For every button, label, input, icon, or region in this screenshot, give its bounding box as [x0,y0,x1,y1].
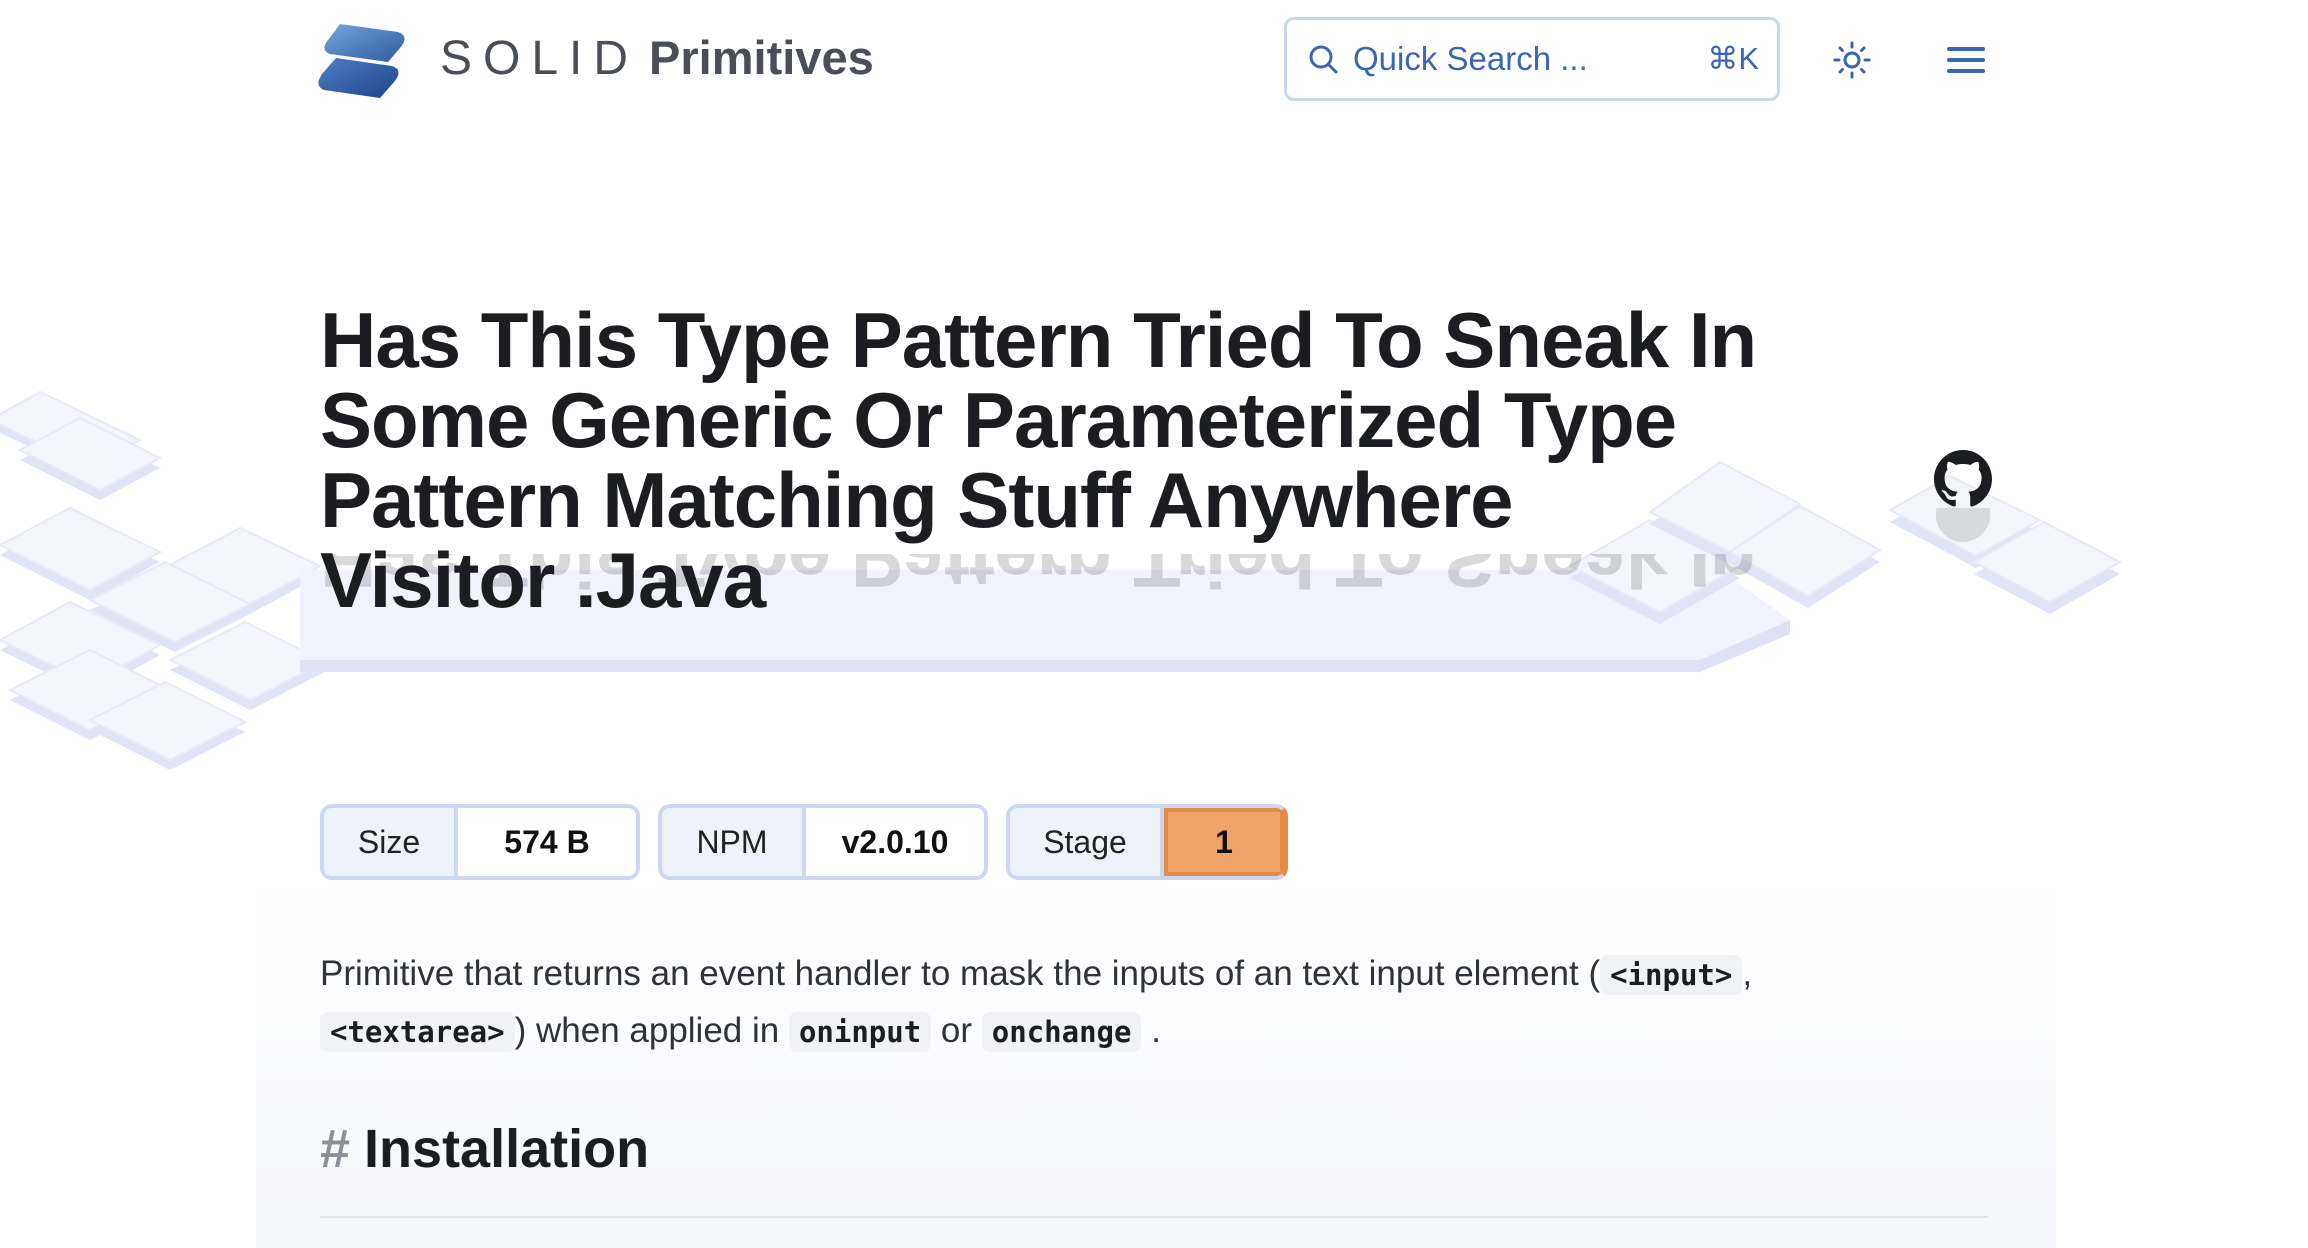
stage-badge-value: 1 [1164,808,1284,876]
title-reflection: Has This Type Pattern Tried To Sneak In … [320,554,1757,600]
code-onchange: onchange [981,1012,1142,1052]
search-shortcut: ⌘K [1707,41,1759,76]
size-badge-value: 574 B [458,808,636,876]
npm-badge[interactable]: NPM v2.0.10 [658,804,988,880]
package-description: Primitive that returns an event handler … [320,946,1800,1060]
package-badges: Size 574 B NPM v2.0.10 Stage 1 [320,804,1288,880]
installation-heading-text: Installation [364,1119,650,1179]
size-badge[interactable]: Size 574 B [320,804,640,880]
hamburger-menu-icon[interactable] [1946,40,1986,80]
page-background [256,0,2056,1248]
desc-text-5: . [1151,1011,1161,1050]
npm-badge-label: NPM [662,808,806,876]
brand-solid: SOLID [440,32,640,85]
stage-badge[interactable]: Stage 1 [1006,804,1288,880]
code-oninput: oninput [788,1012,932,1052]
npm-badge-value: v2.0.10 [806,808,984,876]
section-divider [320,1216,1988,1218]
desc-text-4: or [940,1011,973,1050]
brand-primitives: Primitives [649,31,874,84]
brand-name[interactable]: SOLID Primitives [440,30,874,86]
heading-anchor-link[interactable]: # [320,1119,350,1179]
quick-search-button[interactable]: Quick Search ... ⌘K [1284,17,1780,101]
desc-text-1: Primitive that returns an event handler … [320,954,1601,993]
site-header: SOLID Primitives Quick Search ... ⌘K [0,0,2308,120]
stage-badge-label: Stage [1010,808,1164,876]
github-icon[interactable] [1934,450,1992,508]
code-textarea: <textarea> [320,1012,515,1052]
desc-text-3: ) when applied in [514,1011,780,1050]
installation-heading: # Installation [320,1118,649,1180]
sun-icon[interactable] [1832,40,1872,80]
code-input: <input> [1600,955,1743,995]
github-icon-reflection [1935,508,1991,542]
solid-logo-icon[interactable] [318,18,408,104]
search-placeholder: Quick Search ... [1353,40,1588,77]
size-badge-label: Size [324,808,458,876]
search-icon [1309,45,1338,74]
desc-text-2: , [1742,954,1753,993]
